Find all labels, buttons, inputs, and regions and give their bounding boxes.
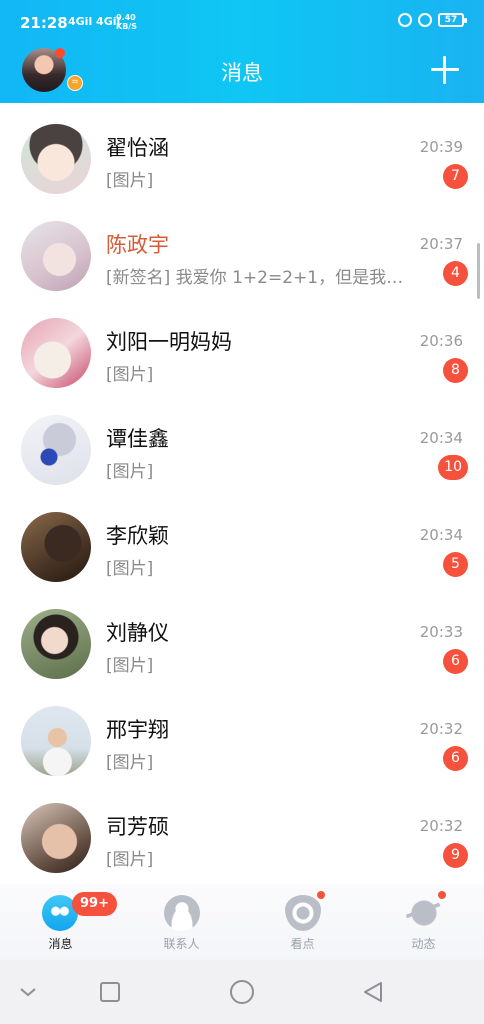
status-time: 21:28	[20, 14, 68, 32]
feed-notification-dot	[436, 889, 448, 901]
tab-label: 联系人	[163, 937, 200, 951]
message-time: 20:37	[419, 235, 463, 253]
tab-contacts[interactable]: 联系人	[121, 884, 242, 960]
conversation-row[interactable]: 刘阳一明妈妈 [图片] 20:36 8	[0, 297, 484, 394]
tab-discover[interactable]: 看点	[242, 884, 363, 960]
message-time: 20:36	[419, 332, 463, 350]
message-preview: [图片]	[106, 171, 154, 191]
contact-name: 刘阳一明妈妈	[106, 330, 232, 354]
conversation-row[interactable]: 翟怡涵 [图片] 20:39 7	[0, 103, 484, 200]
tab-feed[interactable]: 动态	[363, 884, 484, 960]
system-navigation-bar	[0, 960, 484, 1024]
contact-name: 邢宇翔	[106, 718, 169, 742]
alarm-clock-icon	[418, 13, 432, 27]
message-time: 20:34	[419, 526, 463, 544]
contact-name: 陈政宇	[106, 233, 169, 257]
contact-avatar[interactable]	[21, 124, 91, 194]
home-circle-icon[interactable]	[228, 978, 256, 1006]
conversation-row[interactable]: 司芳硕 [图片] 20:32 9	[0, 782, 484, 879]
message-preview: [图片]	[106, 850, 154, 870]
tab-label: 动态	[411, 937, 436, 951]
unread-count-badge: 5	[443, 552, 468, 577]
tab-label: 消息	[48, 937, 73, 951]
bottom-tab-bar: 99+ 消息 联系人 看点 动态	[0, 884, 484, 960]
conversation-row[interactable]: 陈政宇 [新签名] 我爱你 1+2=2+1，但是我爱你… 20:37 4	[0, 200, 484, 297]
status-bar: 21:28 4Gil 4Gil 0.40 KB/S 57	[0, 0, 484, 46]
status-right-icons: 57	[398, 13, 467, 27]
conversation-row[interactable]: 刘静仪 [图片] 20:33 6	[0, 588, 484, 685]
planet-icon	[406, 895, 442, 931]
unread-count-badge: 9	[443, 843, 468, 868]
conversation-row[interactable]: 李欣颖 [图片] 20:34 5	[0, 491, 484, 588]
contact-name: 谭佳鑫	[106, 427, 169, 451]
contact-avatar[interactable]	[21, 803, 91, 873]
contacts-icon	[164, 895, 200, 931]
message-preview: [图片]	[106, 365, 154, 385]
message-preview: [新签名] 我爱你 1+2=2+1，但是我爱你…	[106, 268, 414, 288]
unread-count-badge: 7	[443, 164, 468, 189]
chevron-down-icon[interactable]	[14, 978, 42, 1006]
tab-messages[interactable]: 99+ 消息	[0, 884, 121, 960]
app-header: 21:28 4Gil 4Gil 0.40 KB/S 57 = 消息	[0, 0, 484, 103]
message-preview: [图片]	[106, 462, 154, 482]
message-time: 20:32	[419, 720, 463, 738]
unread-count-badge: 6	[443, 649, 468, 674]
list-scrollbar[interactable]	[477, 243, 480, 299]
eye-icon	[285, 895, 321, 931]
message-time: 20:33	[419, 623, 463, 641]
lock-rotation-icon	[398, 13, 412, 27]
plus-icon[interactable]	[431, 56, 459, 84]
network-speed: 0.40 KB/S	[116, 13, 137, 31]
contact-avatar[interactable]	[21, 415, 91, 485]
recents-square-icon[interactable]	[96, 978, 124, 1006]
message-preview: [图片]	[106, 559, 154, 579]
message-time: 20:39	[419, 138, 463, 156]
message-preview: [图片]	[106, 753, 154, 773]
message-time: 20:34	[419, 429, 463, 447]
contact-name: 司芳硕	[106, 815, 169, 839]
contact-avatar[interactable]	[21, 221, 91, 291]
message-time: 20:32	[419, 817, 463, 835]
contact-avatar[interactable]	[21, 609, 91, 679]
contact-avatar[interactable]	[21, 512, 91, 582]
discover-notification-dot	[315, 889, 327, 901]
unread-count-badge: 4	[443, 261, 468, 286]
network-speed-unit: KB/S	[116, 22, 137, 31]
conversation-row[interactable]: 谭佳鑫 [图片] 20:34 10	[0, 394, 484, 491]
network-signal-indicator: 4Gil 4Gil	[68, 15, 121, 28]
contact-name: 李欣颖	[106, 524, 169, 548]
contact-avatar[interactable]	[21, 318, 91, 388]
contact-name: 刘静仪	[106, 621, 169, 645]
conversation-row[interactable]: 邢宇翔 [图片] 20:32 6	[0, 685, 484, 782]
tab-label: 看点	[290, 937, 315, 951]
conversation-list: 翟怡涵 [图片] 20:39 7 陈政宇 [新签名] 我爱你 1+2=2+1，但…	[0, 103, 484, 879]
battery-icon: 57	[438, 13, 467, 27]
contact-name: 翟怡涵	[106, 136, 169, 160]
unread-count-badge: 6	[443, 746, 468, 771]
page-title: 消息	[221, 61, 263, 85]
back-triangle-icon[interactable]	[359, 978, 387, 1006]
messages-unread-badge: 99+	[72, 892, 117, 916]
message-preview: [图片]	[106, 656, 154, 676]
contact-avatar[interactable]	[21, 706, 91, 776]
unread-count-badge: 10	[438, 455, 468, 480]
unread-count-badge: 8	[443, 358, 468, 383]
network-speed-value: 0.40	[116, 13, 136, 22]
